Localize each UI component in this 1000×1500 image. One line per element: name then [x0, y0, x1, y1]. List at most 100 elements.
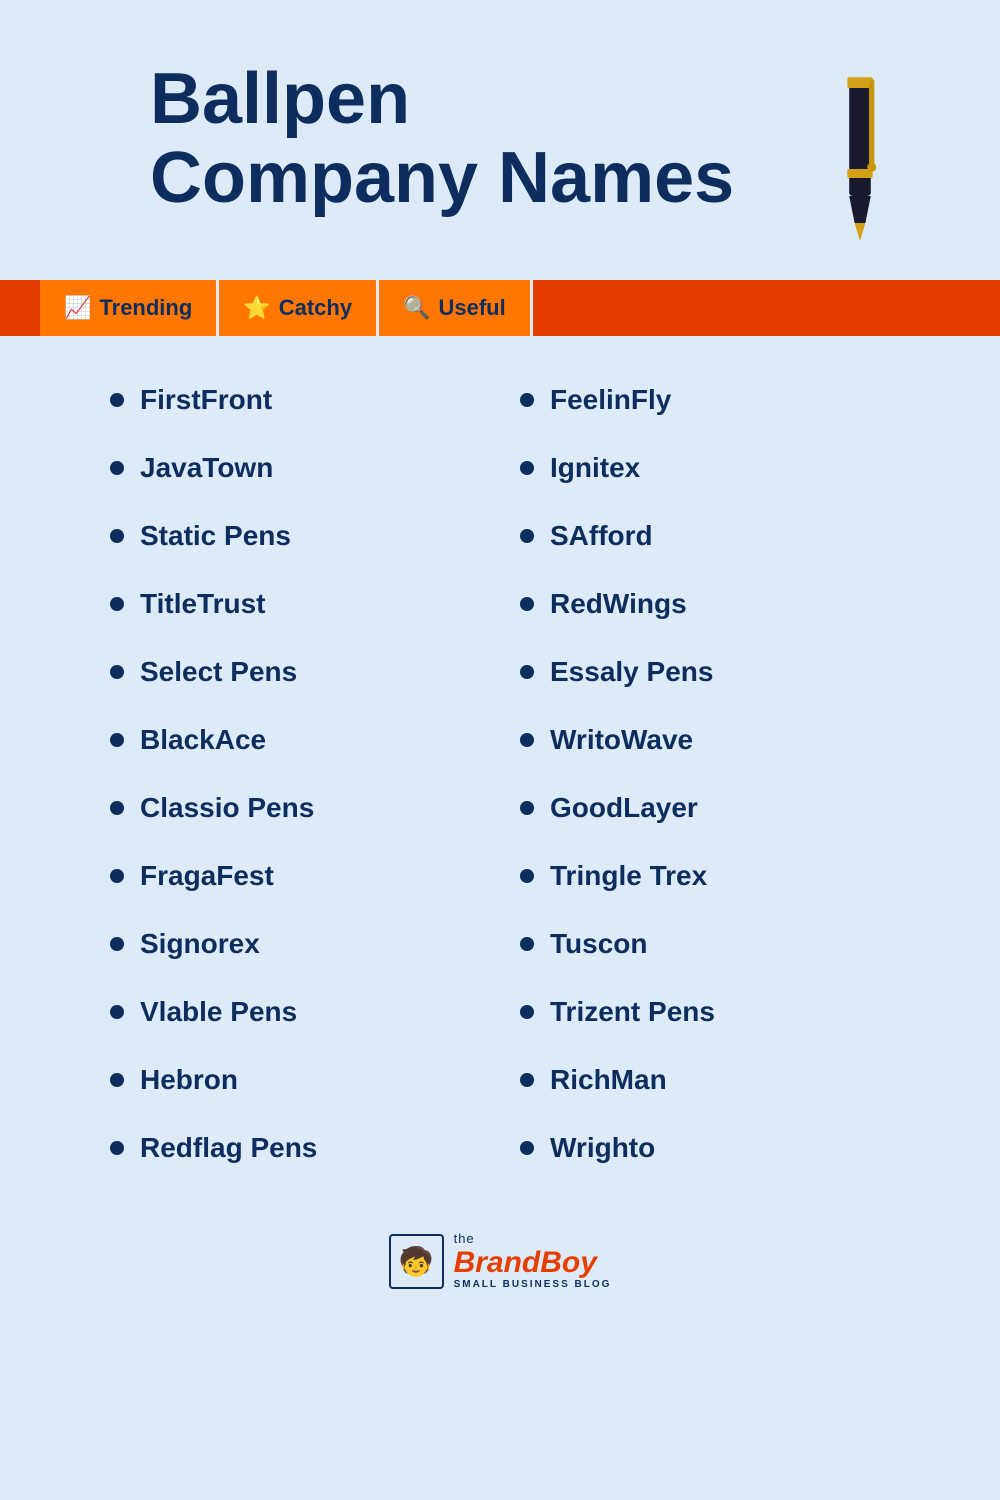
- tags-bar: 📈 Trending ⭐ Catchy 🔍 Useful: [0, 280, 1000, 336]
- brand-name-part1: Brand: [454, 1246, 541, 1279]
- list-item: TitleTrust: [100, 570, 510, 638]
- bullet-icon: [520, 937, 534, 951]
- list-item: Static Pens: [100, 502, 510, 570]
- list-item: Hebron: [100, 1046, 510, 1114]
- bullet-icon: [110, 937, 124, 951]
- bullet-icon: [110, 1141, 124, 1155]
- bullet-icon: [110, 393, 124, 407]
- title-line2: Company Names: [150, 138, 734, 218]
- list-item: RedWings: [510, 570, 920, 638]
- list-item-label: Tringle Trex: [550, 860, 707, 892]
- tag-trending[interactable]: 📈 Trending: [40, 280, 219, 336]
- title-line1: Ballpen: [150, 59, 410, 139]
- list-item: Wrighto: [510, 1114, 920, 1182]
- brand-name-part2: Boy: [540, 1246, 597, 1279]
- list-item-label: Trizent Pens: [550, 996, 715, 1028]
- list-item: Classio Pens: [100, 774, 510, 842]
- list-item: JavaTown: [100, 434, 510, 502]
- list-item: GoodLayer: [510, 774, 920, 842]
- bullet-icon: [520, 733, 534, 747]
- list-item-label: SAfford: [550, 520, 653, 552]
- bullet-icon: [520, 461, 534, 475]
- list-item: Redflag Pens: [100, 1114, 510, 1182]
- trending-icon: 📈: [64, 295, 91, 321]
- list-item: Signorex: [100, 910, 510, 978]
- list-item-label: BlackAce: [140, 724, 266, 756]
- list-item: Essaly Pens: [510, 638, 920, 706]
- list-item: Trizent Pens: [510, 978, 920, 1046]
- list-item-label: Classio Pens: [140, 792, 314, 824]
- list-item: BlackAce: [100, 706, 510, 774]
- header-section: Ballpen Company Names: [0, 0, 1000, 270]
- bullet-icon: [110, 529, 124, 543]
- bullet-icon: [520, 597, 534, 611]
- list-item-label: RichMan: [550, 1064, 667, 1096]
- list-item-label: Select Pens: [140, 656, 297, 688]
- brand-text-block: the BrandBoy SMALL BUSINESS BLOG: [454, 1232, 612, 1290]
- content-area: FirstFront JavaTown Static Pens TitleTrust S…: [0, 336, 1000, 1212]
- list-item: SAfford: [510, 502, 920, 570]
- bullet-icon: [520, 665, 534, 679]
- bullet-icon: [520, 393, 534, 407]
- pen-icon-container: [800, 60, 920, 250]
- bullet-icon: [520, 1141, 534, 1155]
- list-item-label: Essaly Pens: [550, 656, 713, 688]
- bullet-icon: [520, 1005, 534, 1019]
- list-item-label: Signorex: [140, 928, 260, 960]
- bullet-icon: [110, 1073, 124, 1087]
- title-block: Ballpen Company Names: [150, 60, 800, 218]
- list-item: FirstFront: [100, 366, 510, 434]
- tag-red-accent-right: [533, 280, 1000, 336]
- tag-red-accent-left: [0, 280, 40, 336]
- list-item-label: FragaFest: [140, 860, 274, 892]
- tag-catchy-label: Catchy: [279, 295, 352, 321]
- list-item: Vlable Pens: [100, 978, 510, 1046]
- list-item-label: FirstFront: [140, 384, 272, 416]
- list-item: Ignitex: [510, 434, 920, 502]
- list-item: RichMan: [510, 1046, 920, 1114]
- list-item: Tringle Trex: [510, 842, 920, 910]
- bullet-icon: [520, 801, 534, 815]
- bullet-icon: [110, 461, 124, 475]
- bullet-icon: [110, 1005, 124, 1019]
- list-item-label: JavaTown: [140, 452, 273, 484]
- list-item: Tuscon: [510, 910, 920, 978]
- brand-subtitle: SMALL BUSINESS BLOG: [454, 1279, 612, 1290]
- list-item-label: RedWings: [550, 588, 687, 620]
- tag-catchy[interactable]: ⭐ Catchy: [219, 280, 379, 336]
- bullet-icon: [110, 733, 124, 747]
- tag-useful-label: Useful: [438, 295, 505, 321]
- list-item-label: Redflag Pens: [140, 1132, 317, 1164]
- bullet-icon: [110, 597, 124, 611]
- list-item-label: WritoWave: [550, 724, 693, 756]
- list-item-label: Static Pens: [140, 520, 291, 552]
- brand-name: BrandBoy: [454, 1246, 612, 1279]
- brand-the: the: [454, 1232, 612, 1246]
- catchy-icon: ⭐: [243, 295, 270, 321]
- pen-icon: [820, 70, 900, 250]
- tag-useful[interactable]: 🔍 Useful: [379, 280, 533, 336]
- useful-icon: 🔍: [403, 295, 430, 321]
- bullet-icon: [110, 665, 124, 679]
- list-item-label: Tuscon: [550, 928, 647, 960]
- footer: 🧒 the BrandBoy SMALL BUSINESS BLOG: [0, 1212, 1000, 1330]
- brand-icon: 🧒: [389, 1234, 444, 1289]
- tag-trending-label: Trending: [99, 295, 192, 321]
- list-item-label: GoodLayer: [550, 792, 698, 824]
- bullet-icon: [110, 801, 124, 815]
- list-item: WritoWave: [510, 706, 920, 774]
- bullet-icon: [520, 869, 534, 883]
- list-item-label: Hebron: [140, 1064, 238, 1096]
- list-item-label: TitleTrust: [140, 588, 266, 620]
- bullet-icon: [520, 529, 534, 543]
- bullet-icon: [520, 1073, 534, 1087]
- left-list-column: FirstFront JavaTown Static Pens TitleTrust S…: [100, 366, 510, 1182]
- list-item: FragaFest: [100, 842, 510, 910]
- page-title: Ballpen Company Names: [150, 60, 800, 218]
- list-item: Select Pens: [100, 638, 510, 706]
- list-item: FeelinFly: [510, 366, 920, 434]
- brand-logo: 🧒 the BrandBoy SMALL BUSINESS BLOG: [389, 1232, 612, 1290]
- right-list-column: FeelinFly Ignitex SAfford RedWings Essaly Pe…: [510, 366, 920, 1182]
- list-item-label: FeelinFly: [550, 384, 671, 416]
- bullet-icon: [110, 869, 124, 883]
